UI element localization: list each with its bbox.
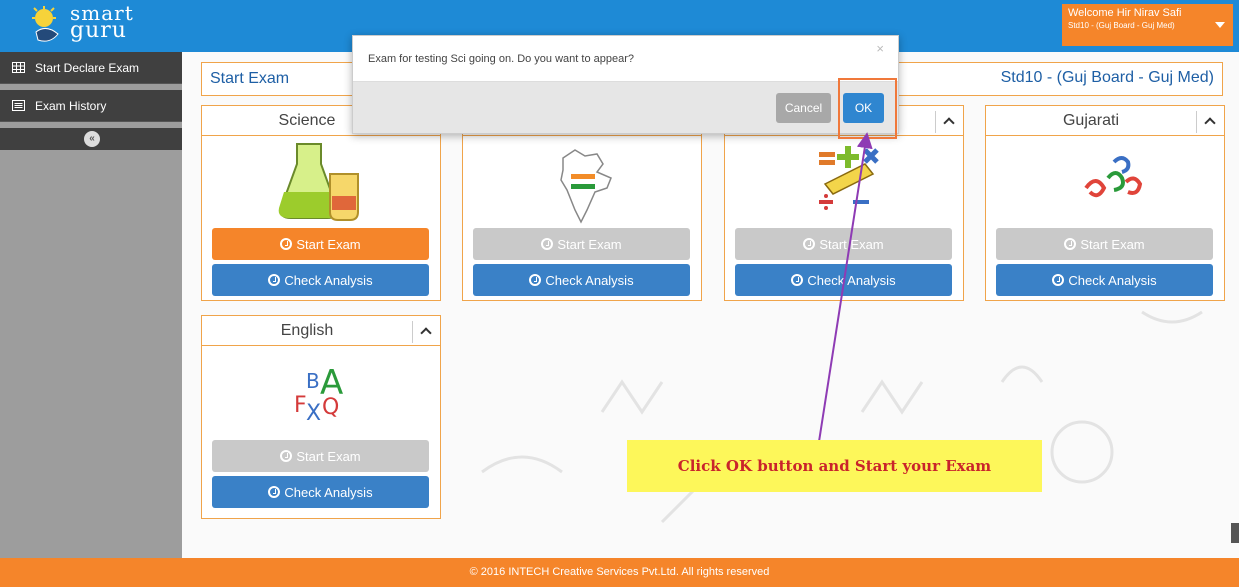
scrollbar-handle[interactable] <box>1231 523 1239 543</box>
std-label: Std10 - (Guj Board - Guj Med) <box>1000 69 1214 86</box>
start-exam-button[interactable]: Start Exam <box>473 228 690 260</box>
check-analysis-label: Check Analysis <box>545 272 634 288</box>
start-exam-button[interactable]: Start Exam <box>212 440 429 472</box>
india-map-icon <box>560 149 612 224</box>
clock-icon <box>1064 238 1077 250</box>
svg-text:B: B <box>306 369 320 393</box>
check-analysis-label: Check Analysis <box>1068 272 1157 288</box>
collapse-sidebar-button[interactable]: « <box>84 131 100 147</box>
start-exam-button[interactable]: Start Exam <box>212 228 429 260</box>
ok-highlight-box <box>838 78 897 139</box>
check-analysis-button[interactable]: Check Analysis <box>212 476 429 508</box>
clock-icon <box>541 238 554 250</box>
start-exam-button[interactable]: Start Exam <box>735 228 952 260</box>
svg-text:X: X <box>306 401 321 426</box>
subject-title: English <box>280 322 334 339</box>
collapse-card-button[interactable] <box>1196 111 1224 133</box>
bulb-icon <box>32 6 59 42</box>
check-analysis-button[interactable]: Check Analysis <box>212 264 429 296</box>
dialog-message: Exam for testing Sci going on. Do you wa… <box>368 53 634 65</box>
card-header: English <box>202 316 440 346</box>
svg-text:Q: Q <box>322 395 339 420</box>
subject-card-english: English F B A X Q Start Exam Check Analy… <box>201 315 441 519</box>
check-analysis-label: Check Analysis <box>807 272 896 288</box>
smart-guru-logo[interactable]: smart guru <box>30 1 150 48</box>
collapse-card-button[interactable] <box>935 111 963 133</box>
start-exam-label: Start Exam <box>819 236 884 252</box>
start-exam-label: Start Exam <box>296 236 361 252</box>
table-icon <box>12 62 25 73</box>
check-analysis-label: Check Analysis <box>284 272 373 288</box>
confirm-dialog: Exam for testing Sci going on. Do you wa… <box>352 35 899 134</box>
clock-icon <box>791 274 804 286</box>
gujarati-letters-icon <box>1084 156 1143 198</box>
subject-card-science: Science Start Exam Check Analysis <box>201 105 441 301</box>
clock-icon <box>803 238 816 250</box>
check-analysis-label: Check Analysis <box>284 484 373 500</box>
start-exam-label: Start Exam <box>1080 236 1145 252</box>
chevron-down-icon <box>1215 22 1225 28</box>
page-title: Start Exam <box>210 70 290 87</box>
card-header: Gujarati <box>986 106 1224 136</box>
close-icon[interactable]: × <box>876 41 884 56</box>
clock-icon <box>268 486 281 498</box>
instruction-callout: Click OK button and Start your Exam <box>627 440 1042 492</box>
user-menu[interactable]: Welcome Hir Nirav Safi Std10 - (Guj Boar… <box>1062 4 1233 46</box>
abc-letters-icon: F B A X Q <box>294 363 343 426</box>
check-analysis-button[interactable]: Check Analysis <box>735 264 952 296</box>
collapse-card-button[interactable] <box>412 321 440 343</box>
cancel-button[interactable]: Cancel <box>776 93 831 123</box>
clock-icon <box>280 238 293 250</box>
clock-icon <box>529 274 542 286</box>
check-analysis-button[interactable]: Check Analysis <box>996 264 1213 296</box>
sidebar-item-start-declare-exam[interactable]: Start Declare Exam <box>0 52 182 84</box>
clock-icon <box>280 450 293 462</box>
maths-symbols-icon <box>819 146 879 210</box>
start-exam-button[interactable]: Start Exam <box>996 228 1213 260</box>
clock-icon <box>1052 274 1065 286</box>
subject-card-gujarati: Gujarati Start Exam Check Analysis <box>985 105 1225 301</box>
user-std-text: Std10 - (Guj Board - Guj Med) <box>1068 21 1175 30</box>
sidebar-item-exam-history[interactable]: Exam History <box>0 90 182 122</box>
welcome-text: Welcome Hir Nirav Safi <box>1068 7 1182 19</box>
clock-icon <box>268 274 281 286</box>
subject-title: Gujarati <box>1062 112 1120 129</box>
start-exam-label: Start Exam <box>296 448 361 464</box>
footer-copyright: © 2016 INTECH Creative Services Pvt.Ltd.… <box>0 558 1239 587</box>
list-icon <box>12 100 25 111</box>
sidebar-item-label: Start Declare Exam <box>35 60 140 75</box>
sidebar: Start Declare Exam Exam History « <box>0 52 182 558</box>
svg-text:F: F <box>294 393 307 418</box>
sidebar-item-label: Exam History <box>35 98 107 113</box>
check-analysis-button[interactable]: Check Analysis <box>473 264 690 296</box>
sidebar-collapse-bar: « <box>0 128 182 150</box>
start-exam-label: Start Exam <box>557 236 622 252</box>
subject-card-social-science: Start Exam Check Analysis <box>462 105 702 301</box>
dialog-footer: Cancel OK <box>353 81 898 133</box>
logo-text-bottom: guru <box>70 18 127 43</box>
science-flask-icon <box>278 143 359 221</box>
